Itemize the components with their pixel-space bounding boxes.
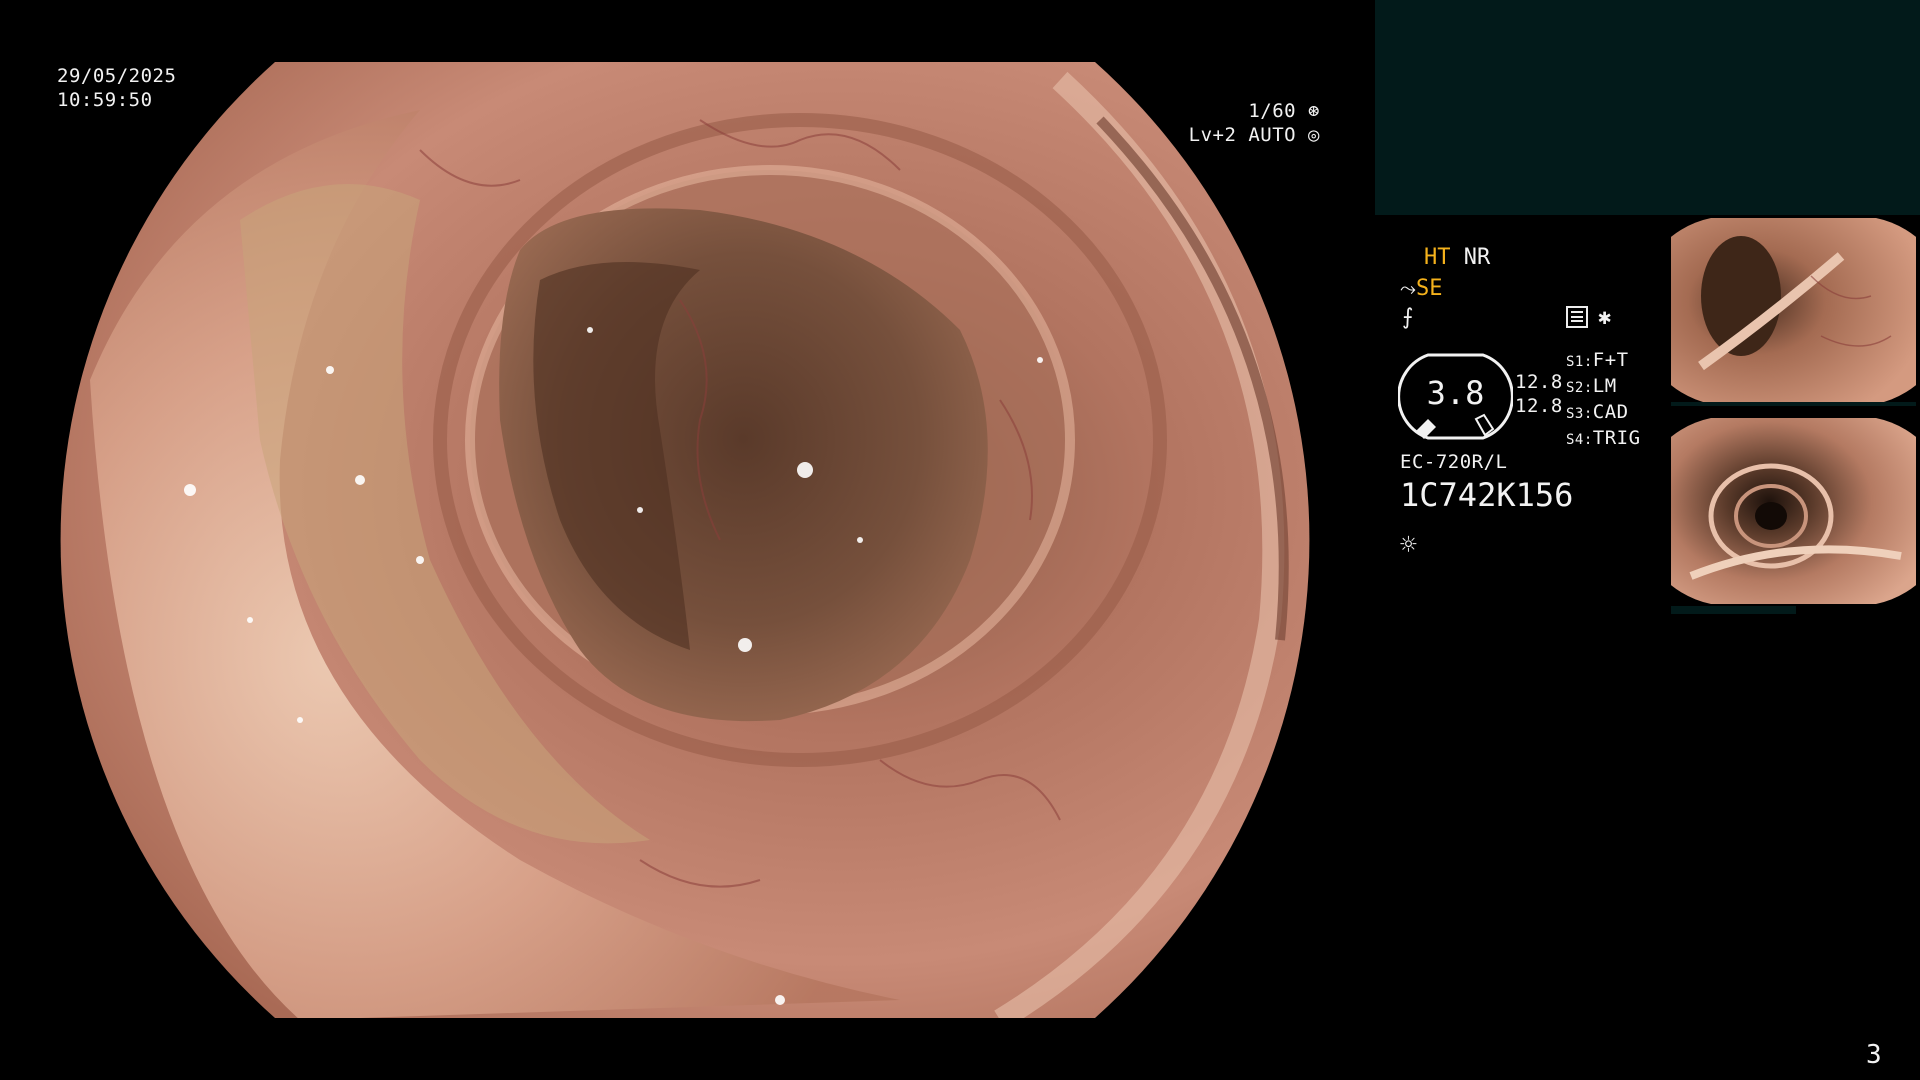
thumbnail-2[interactable] [1671, 416, 1916, 616]
switch-s2: S2:LM [1566, 375, 1617, 397]
brightness-level: Lv+2 AUTO [1188, 124, 1297, 146]
mode-row-se: ⤳SE [1400, 274, 1443, 303]
scope-serial: 1C742K156 [1400, 476, 1574, 514]
date-text: 29/05/2025 [57, 65, 177, 87]
exposure-readout: 1/60 ⊛ Lv+2 AUTO ◎ [1150, 99, 1320, 147]
insertion-gauge: 3.8 [1398, 349, 1513, 444]
auto-iris-icon: ◎ [1308, 124, 1320, 146]
time-text: 10:59:50 [57, 89, 153, 111]
thumbnail-1[interactable] [1671, 216, 1916, 406]
asterisk-icon: ✱ [1598, 305, 1612, 330]
info-panel-background [1375, 0, 1920, 215]
gauge-value: 3.8 [1426, 374, 1485, 412]
scope-angle-icon: ⤳ [1400, 276, 1416, 300]
shutter-icon: ⊛ [1308, 100, 1320, 122]
shutter-speed: 1/60 [1248, 100, 1297, 122]
switch-s3: S3:CAD [1566, 401, 1629, 423]
switch-s1: S1:F+T [1566, 349, 1629, 371]
memory-icon [1566, 306, 1588, 328]
light-sun-icon: ☼ [1400, 528, 1417, 561]
timestamp: 29/05/2025 10:59:50 [57, 64, 176, 112]
page-number: 3 [1866, 1040, 1882, 1070]
mode-row-ht-nr: HT NR [1424, 244, 1490, 272]
pressure-readouts: 12.8 12.8 [1515, 370, 1563, 418]
mode-ht: HT [1424, 245, 1451, 270]
mode-se: SE [1416, 276, 1443, 301]
pressure-bottom: 12.8 [1515, 395, 1563, 417]
mode-nr: NR [1463, 245, 1491, 270]
switch-assignments: S1:F+T S2:LM S3:CAD S4:TRIG [1566, 348, 1641, 452]
flash-icon: ⨍ [1402, 305, 1414, 330]
scope-model: EC-720R/L [1400, 451, 1508, 473]
pressure-top: 12.8 [1515, 371, 1563, 393]
switch-s4: S4:TRIG [1566, 427, 1641, 449]
